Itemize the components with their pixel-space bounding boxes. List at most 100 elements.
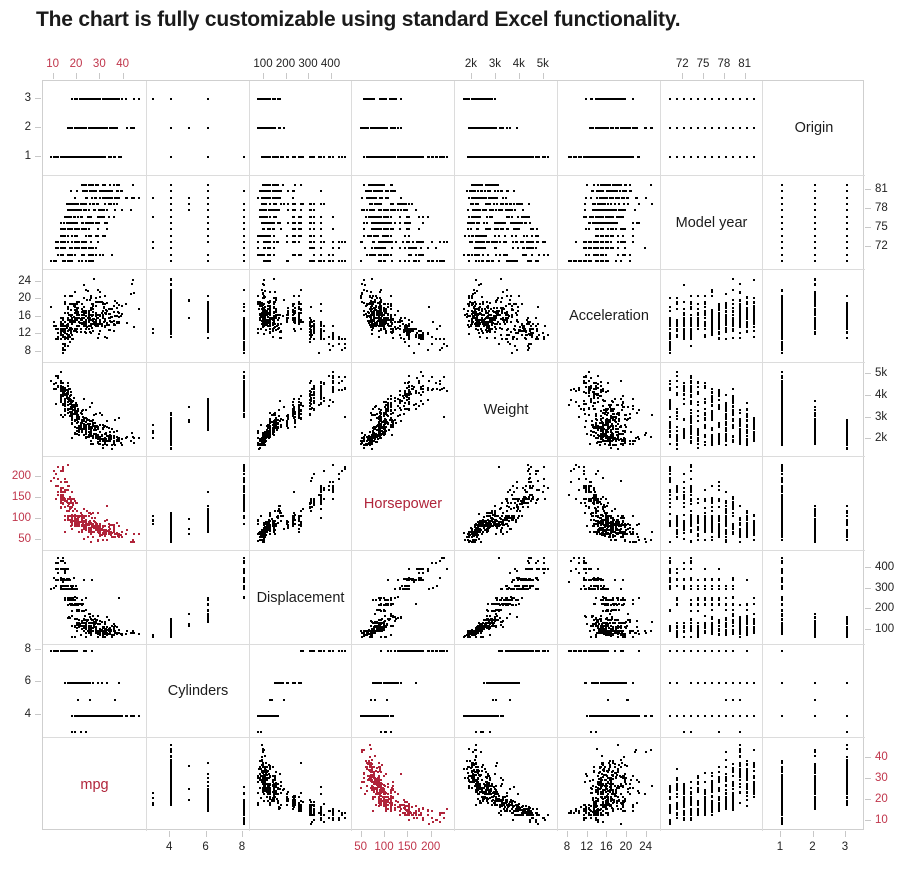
axis-tick-mark: [865, 208, 871, 210]
axis-tick-label-bottom-acceleration: 20: [620, 841, 633, 853]
axis-tick-label-left-acceleration: 12: [0, 327, 31, 339]
splom-cell-acceleration-vs-horsepower[interactable]: [351, 269, 454, 362]
splom-cell-weight-vs-displacement[interactable]: [249, 362, 351, 456]
splom-cell-horsepower-vs-cylinders[interactable]: [146, 456, 249, 550]
splom-cell-acceleration-vs-weight[interactable]: [454, 269, 557, 362]
splom-cell-acceleration-vs-origin[interactable]: [762, 269, 865, 362]
splom-diagonal-model-year[interactable]: Model year: [660, 175, 762, 269]
splom-cell-model-year-vs-acceleration[interactable]: [557, 175, 660, 269]
axis-tick-mark: [865, 567, 871, 569]
axis-tick-mark: [52, 73, 54, 79]
axis-tick-mark: [35, 333, 41, 335]
splom-cell-weight-vs-horsepower[interactable]: [351, 362, 454, 456]
splom-cell-acceleration-vs-displacement[interactable]: [249, 269, 351, 362]
splom-cell-cylinders-vs-model-year[interactable]: [660, 644, 762, 737]
splom-cell-mpg-vs-model-year[interactable]: [660, 737, 762, 831]
axis-tick-label-bottom-acceleration: 12: [580, 841, 593, 853]
splom-cell-displacement-vs-acceleration[interactable]: [557, 550, 660, 644]
splom-cell-model-year-vs-origin[interactable]: [762, 175, 865, 269]
axis-tick-mark: [35, 127, 41, 128]
splom-variable-label: Acceleration: [558, 308, 660, 324]
splom-diagonal-origin[interactable]: Origin: [762, 81, 865, 175]
axis-tick-mark: [865, 608, 871, 610]
axis-tick-label-right-model-year: 72: [875, 240, 888, 252]
splom-cell-horsepower-vs-displacement[interactable]: [249, 456, 351, 550]
splom-cell-displacement-vs-mpg[interactable]: [43, 550, 146, 644]
splom-cell-origin-vs-mpg[interactable]: [43, 81, 146, 175]
axis-tick-label-right-weight: 3k: [875, 411, 887, 423]
splom-cell-weight-vs-cylinders[interactable]: [146, 362, 249, 456]
splom-cell-origin-vs-weight[interactable]: [454, 81, 557, 175]
splom-cell-mpg-vs-cylinders[interactable]: [146, 737, 249, 831]
axis-tick-label-top-model-year: 75: [697, 58, 710, 70]
splom-cell-weight-vs-mpg[interactable]: [43, 362, 146, 456]
axis-tick-mark: [606, 831, 608, 837]
splom-cell-displacement-vs-model-year[interactable]: [660, 550, 762, 644]
splom-cell-acceleration-vs-cylinders[interactable]: [146, 269, 249, 362]
splom-cell-cylinders-vs-horsepower[interactable]: [351, 644, 454, 737]
splom-cell-model-year-vs-weight[interactable]: [454, 175, 557, 269]
axis-tick-mark: [35, 350, 41, 352]
splom-cell-weight-vs-model-year[interactable]: [660, 362, 762, 456]
splom-cell-cylinders-vs-acceleration[interactable]: [557, 644, 660, 737]
axis-tick-label-top-mpg: 40: [116, 58, 129, 70]
splom-cell-mpg-vs-origin[interactable]: [762, 737, 865, 831]
splom-cell-weight-vs-acceleration[interactable]: [557, 362, 660, 456]
splom-cell-cylinders-vs-weight[interactable]: [454, 644, 557, 737]
splom-cell-weight-vs-origin[interactable]: [762, 362, 865, 456]
axis-tick-label-right-mpg: 10: [875, 814, 888, 826]
splom-cell-horsepower-vs-origin[interactable]: [762, 456, 865, 550]
axis-tick-mark: [99, 73, 101, 79]
axis-tick-label-left-acceleration: 20: [0, 292, 31, 304]
splom-cell-origin-vs-cylinders[interactable]: [146, 81, 249, 175]
splom-cell-model-year-vs-mpg[interactable]: [43, 175, 146, 269]
splom-cell-horsepower-vs-mpg[interactable]: [43, 456, 146, 550]
splom-cell-origin-vs-model-year[interactable]: [660, 81, 762, 175]
splom-grid: Origin Model year Acceleration Weight Horsep…: [42, 80, 865, 831]
splom-diagonal-acceleration[interactable]: Acceleration: [557, 269, 660, 362]
axis-tick-label-left-horsepower: 50: [0, 533, 31, 545]
splom-diagonal-cylinders[interactable]: Cylinders: [146, 644, 249, 737]
axis-tick-mark: [865, 628, 871, 630]
splom-cell-acceleration-vs-mpg[interactable]: [43, 269, 146, 362]
axis-tick-mark: [35, 517, 41, 519]
axis-tick-label-left-cylinders: 4: [0, 708, 31, 720]
axis-tick-label-bottom-cylinders: 6: [202, 841, 208, 853]
splom-cell-mpg-vs-acceleration[interactable]: [557, 737, 660, 831]
splom-variable-label: mpg: [43, 777, 146, 793]
splom-cell-cylinders-vs-displacement[interactable]: [249, 644, 351, 737]
splom-cell-displacement-vs-horsepower[interactable]: [351, 550, 454, 644]
axis-tick-mark: [865, 798, 871, 800]
splom-cell-mpg-vs-weight[interactable]: [454, 737, 557, 831]
splom-cell-model-year-vs-horsepower[interactable]: [351, 175, 454, 269]
splom-cell-model-year-vs-cylinders[interactable]: [146, 175, 249, 269]
axis-tick-label-bottom-horsepower: 100: [374, 841, 393, 853]
splom-cell-mpg-vs-horsepower[interactable]: [351, 737, 454, 831]
splom-cell-acceleration-vs-model-year[interactable]: [660, 269, 762, 362]
splom-cell-origin-vs-displacement[interactable]: [249, 81, 351, 175]
splom-cell-origin-vs-horsepower[interactable]: [351, 81, 454, 175]
splom-cell-displacement-vs-cylinders[interactable]: [146, 550, 249, 644]
splom-cell-mpg-vs-displacement[interactable]: [249, 737, 351, 831]
splom-cell-cylinders-vs-origin[interactable]: [762, 644, 865, 737]
axis-tick-mark: [494, 73, 496, 79]
axis-tick-label-top-weight: 2k: [465, 58, 477, 70]
axis-tick-mark: [35, 713, 41, 715]
axis-tick-mark: [865, 246, 871, 248]
axis-tick-label-bottom-cylinders: 8: [239, 841, 245, 853]
splom-cell-displacement-vs-weight[interactable]: [454, 550, 557, 644]
splom-diagonal-displacement[interactable]: Displacement: [249, 550, 351, 644]
splom-cell-horsepower-vs-acceleration[interactable]: [557, 456, 660, 550]
splom-diagonal-horsepower[interactable]: Horsepower: [351, 456, 454, 550]
axis-tick-mark: [586, 831, 588, 837]
splom-cell-model-year-vs-displacement[interactable]: [249, 175, 351, 269]
splom-cell-horsepower-vs-weight[interactable]: [454, 456, 557, 550]
axis-tick-mark: [242, 831, 243, 837]
splom-diagonal-weight[interactable]: Weight: [454, 362, 557, 456]
splom-cell-horsepower-vs-model-year[interactable]: [660, 456, 762, 550]
axis-tick-label-top-model-year: 81: [738, 58, 751, 70]
splom-cell-origin-vs-acceleration[interactable]: [557, 81, 660, 175]
splom-cell-displacement-vs-origin[interactable]: [762, 550, 865, 644]
splom-cell-cylinders-vs-mpg[interactable]: [43, 644, 146, 737]
splom-diagonal-mpg[interactable]: mpg: [43, 737, 146, 831]
